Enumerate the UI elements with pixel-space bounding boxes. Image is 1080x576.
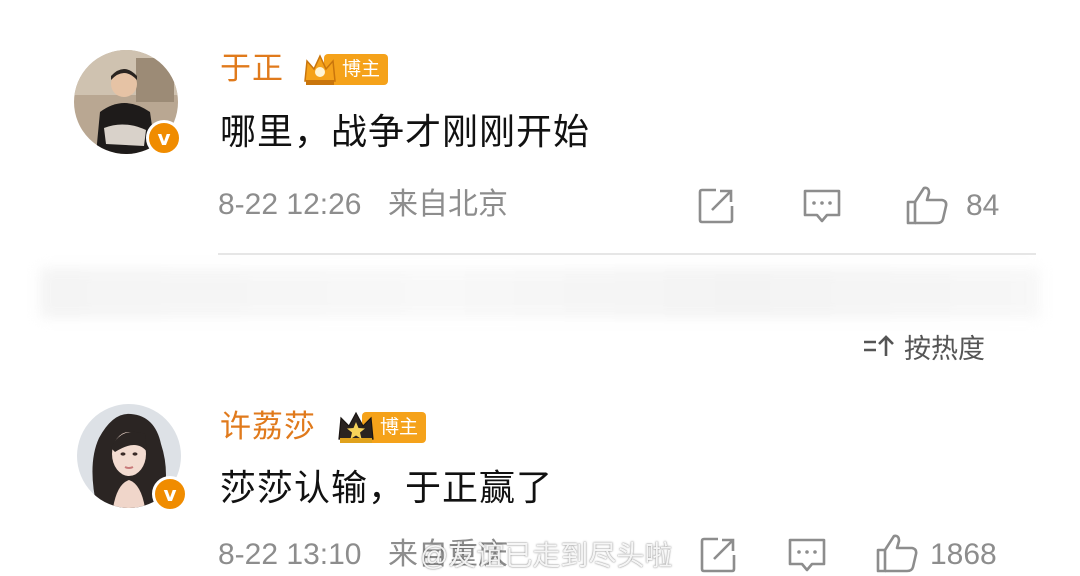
verified-badge-icon: v <box>146 120 182 156</box>
blogger-badge: 博主 <box>336 408 427 446</box>
blurred-reply-row <box>40 268 1040 318</box>
blogger-badge: 博主 <box>302 50 389 88</box>
comment-author[interactable]: 许荔莎 <box>220 408 316 446</box>
like-icon[interactable] <box>874 532 920 574</box>
divider <box>218 253 1036 255</box>
like-count: 84 <box>966 189 1000 222</box>
watermark: @友谊已走到尽头啦 <box>420 540 673 571</box>
verified-badge-icon: v <box>152 476 188 512</box>
like-count: 1868 <box>930 538 997 571</box>
comment-location: 来自北京 <box>388 188 508 221</box>
sort-icon <box>864 335 894 356</box>
comment-text: 哪里，战争才刚刚开始 <box>220 111 591 152</box>
sort-button[interactable]: 按热度 <box>862 327 985 365</box>
sort-label: 按热度 <box>904 333 985 364</box>
comment-author[interactable]: 于正 <box>220 50 284 88</box>
crown-icon <box>338 411 374 443</box>
share-icon[interactable] <box>698 535 738 575</box>
comment-icon[interactable] <box>801 186 843 226</box>
comment-icon[interactable] <box>786 535 828 575</box>
comment-date: 8-22 12:26 <box>218 188 362 221</box>
comment-date: 8-22 13:10 <box>218 538 362 571</box>
crown-icon <box>304 54 336 85</box>
share-icon[interactable] <box>696 186 736 226</box>
comment-text: 莎莎认输，于正赢了 <box>220 467 554 508</box>
like-icon[interactable] <box>904 184 950 226</box>
